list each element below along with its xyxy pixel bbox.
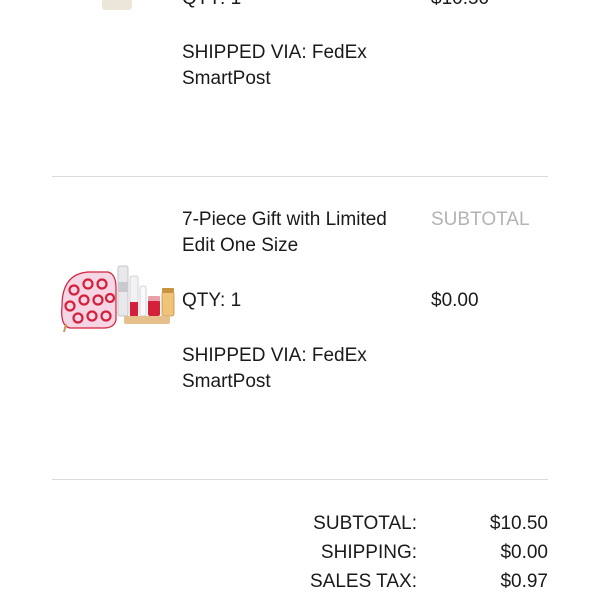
product-image-top [98,0,138,16]
item2-subtotal-label: SUBTOTAL [431,209,530,230]
item2-name-line1[interactable]: 7-Piece Gift with Limited [182,207,387,233]
totals-subtotal-value: $10.50 [489,513,548,534]
totals-divider [52,479,548,480]
item2-shipped-method: SmartPost [182,371,271,392]
item2-name-line2[interactable]: Edit One Size [182,233,298,259]
item2-price: $0.00 [431,290,479,311]
item1-price: $10.50 [431,0,489,12]
item-divider [52,176,548,177]
item2-shipped-via: SHIPPED VIA: FedEx [182,345,367,366]
totals-tax-label: SALES TAX: [309,571,417,592]
item1-qty: QTY: 1 [182,0,241,12]
totals-shipping-label: SHIPPING: [320,542,417,563]
totals-subtotal-label: SUBTOTAL: [313,513,417,534]
totals-tax-value: $0.97 [500,571,548,592]
item1-shipped-via: SHIPPED VIA: FedEx [182,42,367,63]
gift-set-image[interactable] [58,262,178,333]
order-summary-page: QTY: 1 $10.50 SHIPPED VIA: FedEx SmartPo… [0,0,600,600]
item1-shipped-method: SmartPost [182,68,271,89]
totals-shipping-value: $0.00 [500,542,548,563]
item2-qty: QTY: 1 [182,290,242,311]
